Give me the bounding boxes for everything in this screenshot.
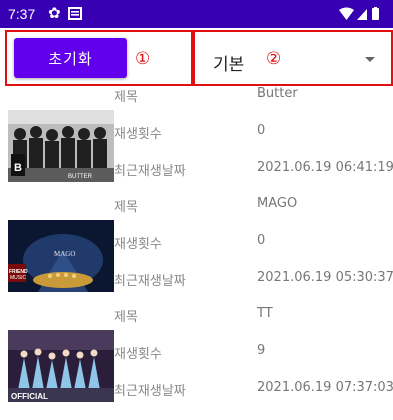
play-count-label: 재생횟수 — [114, 347, 162, 362]
gear-icon: ✿ — [48, 4, 61, 22]
annotation-marker-1: ① — [135, 49, 151, 69]
play-count-label: 재생횟수 — [114, 237, 162, 252]
song-title: MAGO — [257, 196, 298, 211]
title-label: 제목 — [114, 90, 138, 105]
play-count-value: 0 — [257, 233, 266, 248]
sort-select[interactable]: 기본 — [213, 50, 244, 75]
annotation-marker-2: ② — [266, 49, 282, 69]
battery-icon — [372, 8, 379, 20]
svg-text:MUSIC: MUSIC — [10, 275, 27, 281]
status-bar: 7:37 ✿ — [0, 0, 393, 28]
svg-text:MAGO: MAGO — [54, 250, 75, 258]
notification-icon — [68, 7, 82, 20]
wifi-icon — [339, 7, 354, 20]
title-label: 제목 — [114, 310, 138, 325]
reset-button[interactable]: 초기화 — [14, 38, 127, 78]
last-played-label: 최근재생날짜 — [114, 384, 186, 399]
song-title: TT — [257, 306, 273, 321]
song-thumbnail: MAGO FRIEND MUSIC — [8, 220, 114, 292]
title-label: 제목 — [114, 200, 138, 215]
play-count-value: 9 — [257, 343, 266, 358]
song-list-item[interactable]: OFFICIAL 제목 TT 재생횟수 9 최근재생날짜 2021.06.19 … — [0, 306, 393, 420]
svg-text:B: B — [14, 162, 22, 174]
song-list-item[interactable]: B BUTTER 제목 Butter 재생횟수 0 최근재생날짜 2021.06… — [0, 86, 393, 200]
status-right-icons — [339, 7, 379, 20]
song-thumbnail: B BUTTER — [8, 110, 114, 182]
svg-text:BUTTER: BUTTER — [68, 174, 93, 180]
last-played-value: 2021.06.19 06:41:19 — [257, 160, 393, 175]
last-played-value: 2021.06.19 07:37:03 — [257, 380, 393, 395]
signal-icon — [357, 9, 367, 20]
song-title: Butter — [257, 86, 298, 101]
play-count-label: 재생횟수 — [114, 127, 162, 142]
play-count-value: 0 — [257, 123, 266, 138]
last-played-label: 최근재생날짜 — [114, 274, 186, 289]
chevron-down-icon[interactable] — [365, 57, 375, 62]
song-thumbnail: OFFICIAL — [8, 330, 114, 402]
song-list-item[interactable]: MAGO FRIEND MUSIC 제목 MAGO 재생횟수 0 최근재생날짜 … — [0, 196, 393, 310]
last-played-value: 2021.06.19 05:30:37 — [257, 270, 393, 285]
svg-text:OFFICIAL: OFFICIAL — [11, 392, 48, 401]
last-played-label: 최근재생날짜 — [114, 164, 186, 179]
status-time: 7:37 — [8, 6, 36, 22]
